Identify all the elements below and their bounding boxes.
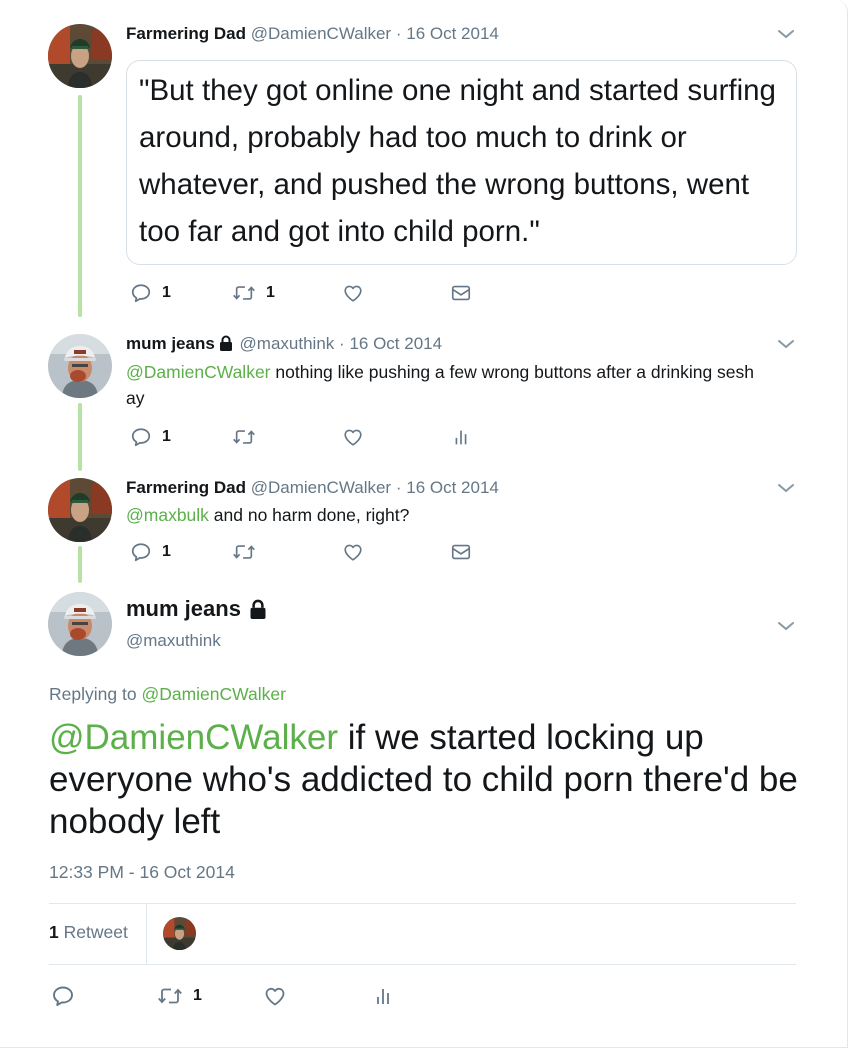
- reply-icon: [130, 541, 152, 563]
- reply-icon: [130, 426, 152, 448]
- tweet-header: mum jeans @maxuthink · 16 Oct 2014: [126, 334, 442, 354]
- separator-dot: ·: [339, 334, 345, 353]
- chevron-down-icon[interactable]: [777, 482, 795, 494]
- reply-icon: [130, 282, 152, 304]
- retweet-button[interactable]: [232, 541, 256, 563]
- lock-icon: [219, 335, 233, 351]
- reply-icon: [51, 984, 75, 1008]
- like-button[interactable]: [342, 282, 364, 304]
- tweet-date[interactable]: 16 Oct 2014: [349, 334, 442, 353]
- tweet-text: @maxbulk and no harm done, right?: [126, 502, 776, 528]
- separator-dot: ·: [395, 478, 402, 497]
- mention-link[interactable]: @maxbulk: [126, 505, 209, 525]
- lock-icon: [249, 599, 267, 619]
- mention-link[interactable]: @DamienCWalker: [126, 362, 271, 382]
- chevron-down-icon[interactable]: [777, 620, 795, 632]
- like-icon: [263, 984, 287, 1008]
- thread-line: [78, 95, 82, 317]
- retweet-stat[interactable]: 1 Retweet: [49, 922, 128, 943]
- thread-line: [78, 546, 82, 583]
- replying-to: Replying to @DamienCWalker: [49, 684, 286, 705]
- chevron-down-icon[interactable]: [777, 338, 795, 350]
- reply-button[interactable]: [51, 984, 75, 1008]
- author-name-text: mum jeans: [126, 596, 241, 621]
- tweet-timestamp[interactable]: 12:33 PM - 16 Oct 2014: [49, 862, 235, 883]
- chevron-down-icon[interactable]: [777, 28, 795, 40]
- author-handle[interactable]: @DamienCWalker: [251, 478, 391, 497]
- like-button[interactable]: [342, 426, 364, 448]
- reply-button[interactable]: 1: [130, 426, 171, 448]
- author-handle[interactable]: @DamienCWalker: [251, 24, 391, 43]
- separator-dot: ·: [395, 24, 402, 43]
- retweet-icon: [157, 984, 183, 1008]
- mention-link[interactable]: @DamienCWalker: [49, 718, 338, 757]
- tweet-header: Farmering Dad @DamienCWalker · 16 Oct 20…: [126, 478, 499, 498]
- analytics-icon: [450, 426, 472, 448]
- analytics-button[interactable]: [450, 426, 472, 448]
- author-name[interactable]: mum jeans: [126, 334, 215, 353]
- divider: [49, 964, 796, 965]
- replying-label: Replying to: [49, 684, 137, 704]
- retweet-button[interactable]: 1: [232, 282, 275, 304]
- avatar[interactable]: [48, 24, 112, 88]
- tweet-body: and no harm done, right?: [208, 505, 410, 525]
- author-name[interactable]: mum jeans: [126, 596, 269, 622]
- avatar[interactable]: [48, 334, 112, 398]
- author-name[interactable]: Farmering Dad: [126, 24, 246, 43]
- retweet-button[interactable]: 1: [157, 984, 202, 1008]
- main-tweet-text: @DamienCWalker if we started locking up …: [49, 717, 809, 843]
- message-icon: [450, 541, 472, 563]
- analytics-icon: [371, 984, 395, 1008]
- like-button[interactable]: [342, 541, 364, 563]
- reply-count: 1: [162, 284, 171, 301]
- author-handle[interactable]: @maxuthink: [240, 334, 335, 353]
- quote-text: "But they got online one night and start…: [139, 74, 776, 248]
- avatar[interactable]: [48, 592, 112, 656]
- retweeter-avatar[interactable]: [163, 917, 196, 950]
- retweet-count: 1: [193, 987, 202, 1004]
- message-icon: [450, 282, 472, 304]
- thread-line: [78, 403, 82, 471]
- tweet-date[interactable]: 16 Oct 2014: [406, 478, 499, 497]
- retweet-icon: [232, 541, 256, 563]
- avatar[interactable]: [48, 478, 112, 542]
- retweet-stat-label: Retweet: [63, 922, 128, 942]
- quote-card: "But they got online one night and start…: [126, 60, 797, 265]
- message-button[interactable]: [450, 282, 472, 304]
- retweet-icon: [232, 426, 256, 448]
- tweet-date[interactable]: 16 Oct 2014: [406, 24, 499, 43]
- analytics-button[interactable]: [371, 984, 395, 1008]
- retweet-button[interactable]: [232, 426, 256, 448]
- author-handle[interactable]: @maxuthink: [126, 631, 221, 651]
- like-icon: [342, 541, 364, 563]
- reply-button[interactable]: 1: [130, 541, 171, 563]
- retweet-stat-count: 1: [49, 922, 59, 942]
- tweet-header: Farmering Dad @DamienCWalker · 16 Oct 20…: [126, 24, 499, 44]
- like-button[interactable]: [263, 984, 287, 1008]
- message-button[interactable]: [450, 541, 472, 563]
- retweet-count: 1: [266, 284, 275, 301]
- reply-button[interactable]: 1: [130, 282, 171, 304]
- divider: [146, 903, 147, 965]
- replying-handle-link[interactable]: @DamienCWalker: [141, 684, 286, 704]
- tweet-text: @DamienCWalker nothing like pushing a fe…: [126, 359, 776, 411]
- author-name[interactable]: Farmering Dad: [126, 478, 246, 497]
- retweet-icon: [232, 282, 256, 304]
- like-icon: [342, 426, 364, 448]
- like-icon: [342, 282, 364, 304]
- reply-count: 1: [162, 543, 171, 560]
- divider: [49, 903, 796, 904]
- reply-count: 1: [162, 428, 171, 445]
